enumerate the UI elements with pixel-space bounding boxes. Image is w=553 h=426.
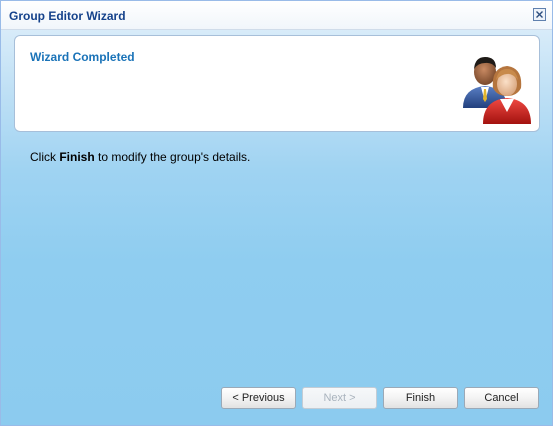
wizard-step-title: Wizard Completed bbox=[30, 50, 135, 64]
group-users-icon bbox=[463, 57, 531, 124]
wizard-instruction-text: Click Finish to modify the group's detai… bbox=[30, 150, 250, 164]
cancel-button[interactable]: Cancel bbox=[464, 387, 539, 409]
instruction-text-bold: Finish bbox=[59, 150, 95, 164]
finish-button[interactable]: Finish bbox=[383, 387, 458, 409]
wizard-header-panel: Wizard Completed bbox=[14, 35, 540, 132]
close-button[interactable] bbox=[533, 8, 546, 21]
instruction-text-after: to modify the group's details. bbox=[94, 150, 251, 164]
window-titlebar[interactable]: Group Editor Wizard bbox=[1, 1, 552, 30]
wizard-window: Group Editor Wizard Wizard Completed Cli… bbox=[0, 0, 553, 426]
next-button: Next > bbox=[302, 387, 377, 409]
instruction-text-before: Click bbox=[30, 150, 60, 164]
previous-button[interactable]: < Previous bbox=[221, 387, 296, 409]
close-icon bbox=[536, 11, 543, 18]
window-title: Group Editor Wizard bbox=[9, 9, 126, 23]
